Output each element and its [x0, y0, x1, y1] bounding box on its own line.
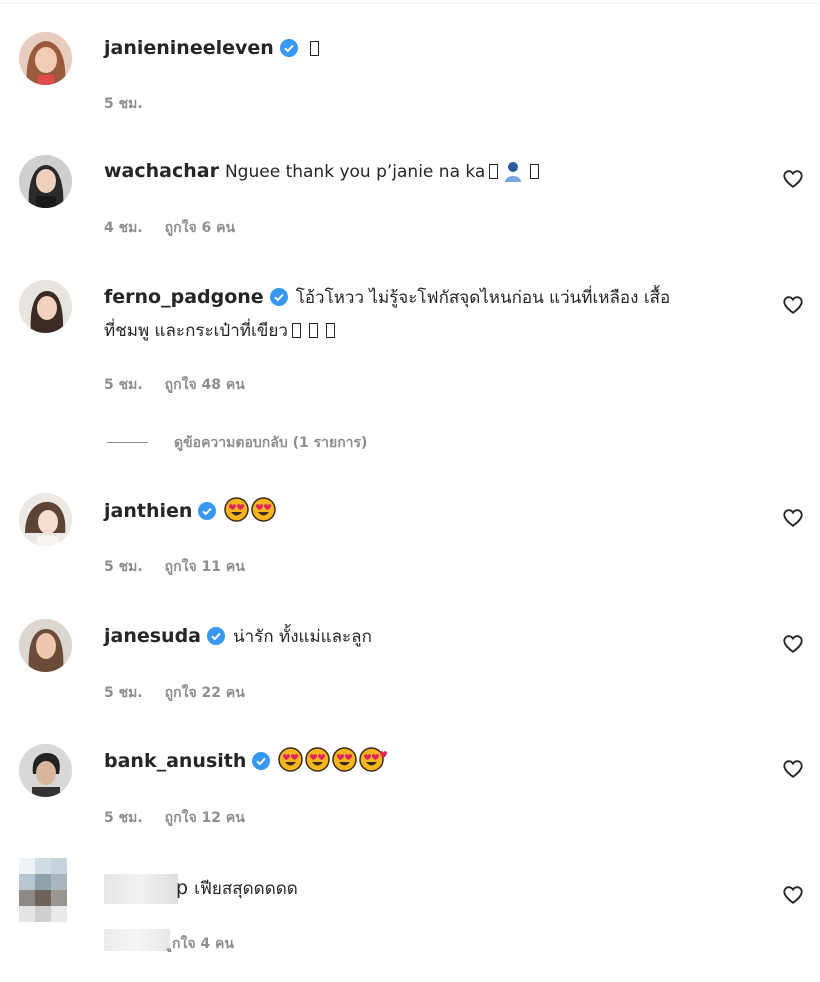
- comment-text-line: ferno_padgone โอ้วโหวว ไม่รู้จะโฟกัสจุดไห…: [104, 282, 764, 316]
- comment-username[interactable]: janthien: [104, 500, 192, 522]
- comment-username[interactable]: wachachar: [104, 160, 219, 182]
- top-divider: [0, 3, 820, 4]
- emoji-glyph: [530, 164, 540, 179]
- person-emoji-icon: [502, 160, 524, 192]
- comment-time[interactable]: 5 ชม.: [104, 559, 143, 575]
- view-replies-link[interactable]: ดูข้อความตอบกลับ (1 รายการ): [107, 432, 367, 454]
- verified-badge-icon: [207, 625, 226, 655]
- replies-divider: [107, 442, 148, 443]
- comment-meta: 5 ชม. ถูกใจ 48 คน: [104, 374, 267, 396]
- comment-username[interactable]: p: [176, 877, 188, 899]
- heart-outline-icon[interactable]: [782, 168, 804, 190]
- blurred-username: [104, 874, 178, 904]
- comment-username[interactable]: ferno_padgone: [104, 286, 264, 308]
- comment-body: น่ารัก ทั้งแม่และลูก: [233, 627, 372, 647]
- comment-likes[interactable]: ถูกใจ 6 คน: [165, 220, 235, 236]
- view-replies-label: ดูข้อความตอบกลับ (1 รายการ): [174, 435, 368, 451]
- avatar[interactable]: [19, 493, 72, 546]
- comment-time[interactable]: 5 ชม.: [104, 377, 143, 393]
- emoji-glyph: [489, 164, 499, 179]
- comment-meta: 5 ชม. ถูกใจ 11 คน: [104, 556, 267, 578]
- comment-time[interactable]: 5 ชม.: [104, 96, 143, 112]
- comment-text-line: bank_anusith: [104, 746, 764, 782]
- heart-outline-icon[interactable]: [782, 633, 804, 655]
- heart-outline-icon[interactable]: [782, 294, 804, 316]
- heart-eyes-emoji-icon: [305, 747, 331, 782]
- verified-badge-icon: [279, 37, 298, 67]
- emoji-glyph: [325, 323, 335, 338]
- avatar[interactable]: [19, 32, 72, 85]
- emoji-glyph: [291, 323, 301, 338]
- pixelated-avatar-icon: [19, 858, 67, 922]
- comment-meta: 5 ชม. ถูกใจ 12 คน: [104, 807, 267, 829]
- emoji-glyph: [308, 323, 318, 338]
- blurred-time: [104, 929, 170, 951]
- comment-time[interactable]: 4 ชม.: [104, 220, 143, 236]
- comment-likes[interactable]: ถูกใจ 48 คน: [165, 377, 245, 393]
- comment-username[interactable]: janienineeleven: [104, 37, 274, 59]
- heart-eyes-emoji-icon: [332, 747, 358, 782]
- comment-meta: ูกใจ 4 คน: [172, 933, 256, 955]
- comment-text-line: janesuda น่ารัก ทั้งแม่และลูก: [104, 621, 764, 655]
- avatar[interactable]: [19, 619, 72, 672]
- heart-eyes-emoji-icon: [251, 497, 277, 532]
- comment-likes[interactable]: ถูกใจ 22 คน: [165, 685, 245, 701]
- comment-body-continued: ที่ชมพู และกระเป๋าที่เขียว: [104, 321, 288, 341]
- comment-likes[interactable]: ถูกใจ 12 คน: [165, 810, 245, 826]
- heart-outline-icon[interactable]: [782, 884, 804, 906]
- comment-body: โอ้วโหวว ไม่รู้จะโฟกัสจุดไหนก่อน แว่นที่…: [295, 288, 671, 308]
- comment-meta: 4 ชม. ถูกใจ 6 คน: [104, 217, 257, 239]
- comment-text-line: janienineeleven: [104, 33, 764, 67]
- comment-body: เฟียสสุดดดดด: [194, 879, 298, 899]
- comment-text-line-2: ที่ชมพู และกระเป๋าที่เขียว: [104, 316, 764, 346]
- comment-text-line: janthien: [104, 496, 764, 532]
- verified-badge-icon: [269, 286, 288, 316]
- comment-username[interactable]: janesuda: [104, 625, 201, 647]
- comment-text-line: wachachar Nguee thank you p’janie na ka: [104, 156, 764, 192]
- heart-outline-icon[interactable]: [782, 507, 804, 529]
- heart-eyes-emoji-icon: [224, 497, 250, 532]
- comment-likes[interactable]: ูกใจ 4 คน: [172, 936, 234, 952]
- heart-outline-icon[interactable]: [782, 758, 804, 780]
- comment-likes[interactable]: ถูกใจ 11 คน: [165, 559, 245, 575]
- heart-eyes-emoji-icon: [278, 747, 304, 782]
- comment-username[interactable]: bank_anusith: [104, 750, 246, 772]
- verified-badge-icon: [198, 500, 217, 530]
- comment-body: Nguee thank you p’janie na ka: [224, 162, 486, 182]
- comment-time[interactable]: 5 ชม.: [104, 810, 143, 826]
- comment-time[interactable]: 5 ชม.: [104, 685, 143, 701]
- heart-eyes-emoji-icon: [359, 747, 391, 782]
- avatar[interactable]: [19, 744, 72, 797]
- verified-badge-icon: [252, 750, 271, 780]
- comment-meta: 5 ชม. ถูกใจ 22 คน: [104, 682, 267, 704]
- emoji-glyph: [309, 41, 319, 56]
- comment-meta: 5 ชม.: [104, 93, 165, 115]
- blurred-avatar[interactable]: [19, 858, 67, 922]
- avatar[interactable]: [19, 155, 72, 208]
- comment-text-line: p เฟียสสุดดดดด: [176, 873, 820, 904]
- avatar[interactable]: [19, 280, 72, 333]
